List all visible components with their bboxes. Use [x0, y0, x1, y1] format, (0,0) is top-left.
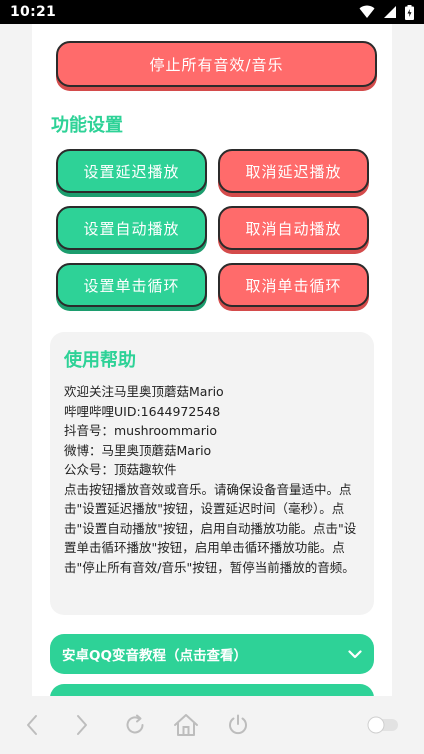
back-button[interactable]	[17, 710, 47, 740]
help-instructions: 点击按钮播放音效或音乐。请确保设备音量适中。点击"设置延迟播放"按钮，设置延迟时…	[64, 481, 357, 575]
status-time: 10:21	[10, 4, 57, 20]
stop-all-label: 停止所有音效/音乐	[149, 55, 284, 74]
qq-tutorial-label: 安卓QQ变音教程（点击查看）	[62, 648, 247, 664]
home-icon	[174, 714, 198, 736]
help-line-welcome: 欢迎关注马里奥顶蘑菇Mario	[64, 384, 224, 399]
help-line-bilibili: 哔哩哔哩UID:1644972548	[64, 403, 221, 419]
power-button[interactable]	[223, 710, 253, 740]
wifi-icon	[359, 5, 375, 18]
qq-tutorial-accordion[interactable]: 安卓QQ变音教程（点击查看）	[50, 634, 374, 674]
battery-icon	[405, 4, 414, 20]
power-icon	[229, 714, 247, 735]
cancel-auto-label: 取消自动播放	[245, 219, 342, 238]
chevron-down-icon	[348, 649, 362, 658]
refresh-button[interactable]	[120, 710, 150, 740]
cancel-loop-button[interactable]: 取消单击循环	[218, 263, 369, 307]
forward-icon	[77, 715, 87, 735]
set-auto-label: 设置自动播放	[83, 219, 180, 238]
next-accordion[interactable]	[50, 684, 374, 696]
back-icon	[27, 715, 37, 735]
stop-all-button[interactable]: 停止所有音效/音乐	[56, 41, 377, 87]
bottom-nav-bar	[0, 696, 424, 754]
help-line-douyin: 抖音号：mushroommario	[64, 423, 217, 438]
cancel-delay-label: 取消延迟播放	[245, 162, 342, 181]
refresh-icon	[126, 714, 144, 734]
help-line-wechat: 公众号：顶菇趣软件	[64, 462, 177, 477]
signal-icon	[384, 6, 396, 18]
help-card: 使用帮助 欢迎关注马里奥顶蘑菇Mario 哔哩哔哩UID:1644972548 …	[50, 332, 374, 615]
status-bar: 10:21	[0, 0, 424, 24]
help-line-weibo: 微博：马里奥顶蘑菇Mario	[64, 442, 212, 458]
set-delay-button[interactable]: 设置延迟播放	[56, 149, 207, 193]
set-delay-label: 设置延迟播放	[83, 162, 180, 181]
set-loop-button[interactable]: 设置单击循环	[56, 263, 207, 307]
set-auto-button[interactable]: 设置自动播放	[56, 206, 207, 250]
set-loop-label: 设置单击循环	[83, 276, 180, 295]
cancel-delay-button[interactable]: 取消延迟播放	[218, 149, 369, 193]
toggle-switch-icon	[367, 716, 398, 734]
status-icons	[359, 4, 414, 20]
forward-button[interactable]	[67, 710, 97, 740]
home-button[interactable]	[171, 710, 201, 740]
cancel-loop-label: 取消单击循环	[245, 276, 342, 295]
main-content: 停止所有音效/音乐 功能设置 设置延迟播放 取消延迟播放 设置自动播放 取消自动…	[32, 24, 392, 696]
help-title: 使用帮助	[64, 350, 136, 371]
toggle-button[interactable]	[366, 710, 400, 740]
cancel-auto-button[interactable]: 取消自动播放	[218, 206, 369, 250]
section-title: 功能设置	[51, 115, 123, 136]
